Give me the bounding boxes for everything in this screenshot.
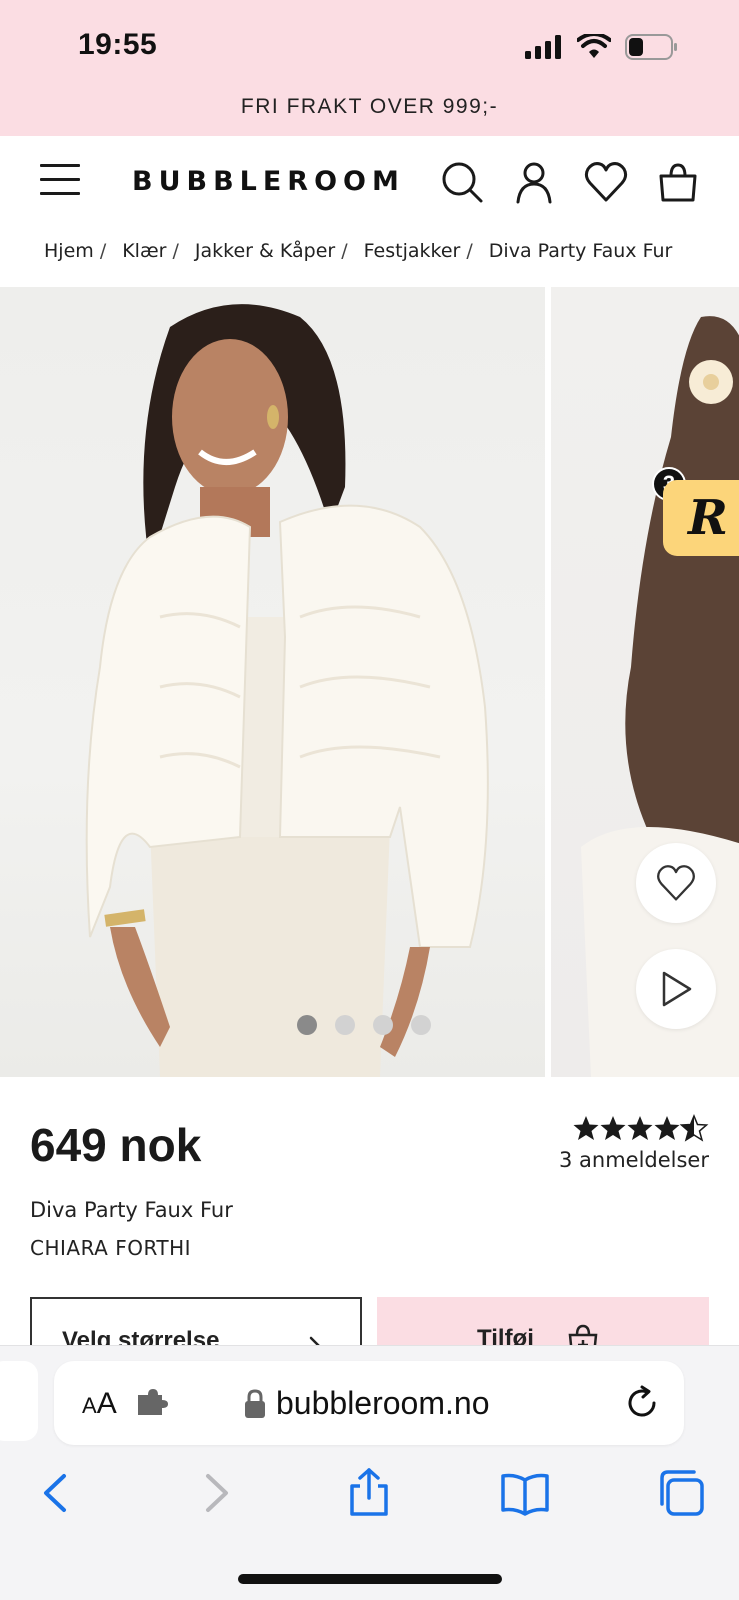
- wishlist-button[interactable]: [636, 843, 716, 923]
- url-text: bubbleroom.no: [276, 1385, 490, 1421]
- heart-icon: [657, 865, 695, 901]
- back-icon[interactable]: [32, 1468, 82, 1518]
- rewards-badge[interactable]: R: [663, 480, 739, 556]
- address-bar[interactable]: AA bubbleroom.no: [54, 1361, 684, 1445]
- forward-icon[interactable]: [190, 1468, 240, 1518]
- heart-icon[interactable]: [584, 160, 628, 204]
- play-icon: [662, 971, 692, 1007]
- breadcrumb-link-party-jackets[interactable]: Festjakker: [364, 240, 461, 262]
- reload-icon[interactable]: [624, 1385, 660, 1421]
- extension-puzzle-icon[interactable]: [136, 1389, 170, 1417]
- play-video-button[interactable]: [636, 949, 716, 1029]
- tabs-icon[interactable]: [656, 1468, 706, 1518]
- cellular-signal-icon: [525, 35, 561, 59]
- status-icons: [525, 34, 679, 60]
- share-icon[interactable]: [344, 1468, 394, 1518]
- gallery-dot[interactable]: [373, 1015, 393, 1035]
- account-icon[interactable]: [512, 160, 556, 204]
- lock-icon: [245, 1389, 265, 1418]
- star-rating-icon: [573, 1115, 708, 1141]
- breadcrumb-link-home[interactable]: Hjem: [44, 240, 94, 262]
- product-price: 649 nok: [30, 1119, 202, 1171]
- product-gallery[interactable]: 3 R: [0, 287, 739, 1077]
- gallery-dot[interactable]: [297, 1015, 317, 1035]
- product-photo-next: [581, 316, 739, 1077]
- review-count[interactable]: 3 anmeldelser: [559, 1148, 709, 1172]
- battery-icon: [625, 34, 677, 60]
- gallery-dots: [297, 1015, 431, 1035]
- wifi-icon: [577, 34, 611, 58]
- site-logo[interactable]: BUBBLEROOM: [132, 166, 405, 197]
- status-time: 19:55: [78, 28, 158, 61]
- shopping-bag-icon[interactable]: [656, 160, 700, 204]
- home-indicator[interactable]: [238, 1574, 502, 1584]
- product-image-next[interactable]: [551, 287, 739, 1077]
- product-photo: [85, 304, 489, 1077]
- bookmarks-icon[interactable]: [500, 1468, 550, 1518]
- gallery-dot[interactable]: [411, 1015, 431, 1035]
- product-brand[interactable]: CHIARA FORTHI: [30, 1236, 191, 1260]
- breadcrumb-current: Diva Party Faux Fur: [488, 240, 673, 262]
- product-name: Diva Party Faux Fur: [30, 1198, 233, 1222]
- browser-toolbar: AA bubbleroom.no: [0, 1345, 739, 1600]
- product-image-main[interactable]: [0, 287, 545, 1077]
- breadcrumb-link-jackets[interactable]: Jakker & Kåper: [195, 240, 335, 262]
- promo-banner: FRI FRAKT OVER 999;-: [240, 95, 499, 118]
- rating-stars[interactable]: [573, 1114, 709, 1142]
- text-size-button[interactable]: AA: [82, 1387, 117, 1421]
- site-header: BUBBLEROOM: [0, 136, 739, 232]
- previous-tab-preview[interactable]: [0, 1361, 38, 1441]
- breadcrumb: Hjem / Klær / Jakker & Kåper / Festjakke…: [44, 240, 673, 262]
- breadcrumb-link-clothes[interactable]: Klær: [122, 240, 166, 262]
- menu-icon[interactable]: [40, 164, 82, 198]
- search-icon[interactable]: [440, 160, 484, 204]
- gallery-dot[interactable]: [335, 1015, 355, 1035]
